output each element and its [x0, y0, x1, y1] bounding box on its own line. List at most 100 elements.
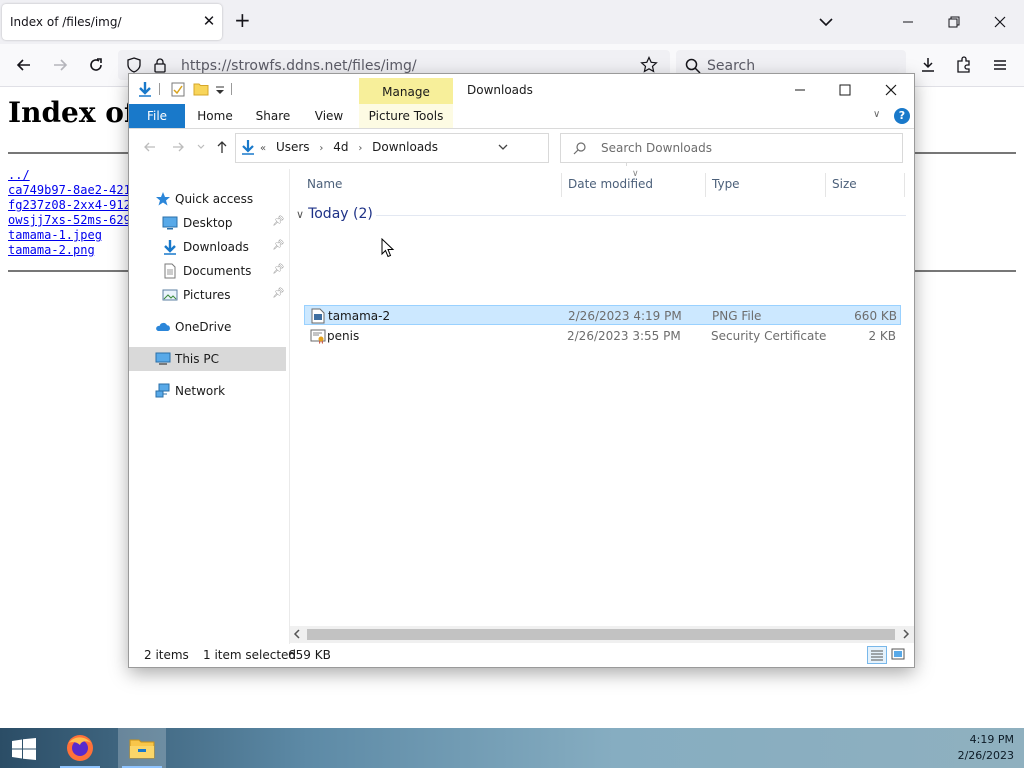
- lock-icon[interactable]: [152, 57, 168, 73]
- download-arrow-icon[interactable]: [137, 81, 153, 97]
- help-icon[interactable]: ?: [894, 108, 910, 124]
- explorer-title-bar[interactable]: Manage Downloads: [129, 74, 914, 104]
- new-folder-icon[interactable]: [193, 81, 209, 97]
- sidebar-item-pictures[interactable]: Pictures 📌︎: [129, 283, 286, 307]
- column-separator[interactable]: [825, 173, 826, 197]
- up-one-level-button[interactable]: [215, 140, 229, 158]
- browser-search-placeholder: Search: [707, 58, 756, 74]
- system-clock[interactable]: 4:19 PM 2/26/2023: [930, 732, 1014, 764]
- file-explorer-window: Manage Downloads File Home Share View Pi…: [129, 74, 914, 667]
- column-header-date-modified[interactable]: Date modified: [568, 177, 653, 191]
- clock-time: 4:19 PM: [969, 733, 1014, 746]
- arrow-left-icon: [16, 59, 30, 71]
- pin-icon[interactable]: 📌︎: [272, 264, 285, 275]
- breadcrumb-users[interactable]: Users: [276, 140, 310, 154]
- windows-start-icon[interactable]: [12, 738, 36, 760]
- chevron-right-icon[interactable]: ›: [358, 143, 362, 154]
- customize-toolbar-icon[interactable]: [215, 81, 225, 97]
- breadcrumb-downloads[interactable]: Downloads: [372, 140, 438, 154]
- sidebar-item-downloads[interactable]: Downloads 📌︎: [129, 235, 286, 259]
- browser-tab[interactable]: Index of /files/img/ ✕: [2, 4, 222, 40]
- column-header-size[interactable]: Size: [832, 177, 857, 191]
- tab-view[interactable]: View: [305, 104, 353, 128]
- clock-date: 2/26/2023: [957, 749, 1014, 762]
- tab-close-icon[interactable]: ✕: [200, 12, 218, 30]
- breadcrumb-overflow[interactable]: «: [260, 143, 266, 154]
- table-row[interactable]: penis 2/26/2023 3:55 PM Security Certifi…: [304, 326, 901, 346]
- browser-restore-button[interactable]: [944, 12, 964, 32]
- toolbar-separator: [231, 83, 232, 95]
- sidebar-item-onedrive[interactable]: OneDrive: [129, 315, 286, 339]
- scroll-left-arrow-icon[interactable]: [292, 627, 302, 644]
- large-icons-view-button[interactable]: [889, 646, 909, 664]
- shield-icon[interactable]: [126, 57, 142, 73]
- column-separator[interactable]: [561, 173, 562, 197]
- table-row[interactable]: tamama-2 2/26/2023 4:19 PM PNG File 660 …: [304, 305, 901, 325]
- pin-icon[interactable]: 📌︎: [272, 216, 285, 227]
- pin-icon[interactable]: 📌︎: [272, 240, 285, 251]
- column-separator[interactable]: [705, 173, 706, 197]
- explorer-minimize-button[interactable]: [785, 80, 815, 100]
- browser-close-button[interactable]: [990, 12, 1010, 32]
- explorer-maximize-button[interactable]: [830, 80, 860, 100]
- sidebar-item-this-pc[interactable]: This PC: [129, 347, 286, 371]
- taskbar-file-explorer-button[interactable]: [118, 728, 166, 768]
- recent-locations-chevron-icon[interactable]: [197, 140, 205, 158]
- extensions-button[interactable]: [954, 55, 974, 75]
- chevron-right-icon[interactable]: ›: [319, 143, 323, 154]
- browser-minimize-button[interactable]: [898, 12, 918, 32]
- downloads-button[interactable]: [918, 55, 938, 75]
- url-text[interactable]: https://strowfs.ddns.net/files/img/: [181, 58, 417, 74]
- column-header-name[interactable]: Name: [307, 177, 342, 191]
- new-tab-button[interactable]: +: [234, 10, 251, 30]
- file-name[interactable]: penis: [327, 329, 359, 343]
- ribbon-tabs: File Home Share View Picture Tools ∨ ?: [129, 104, 914, 129]
- star-icon: [156, 192, 170, 206]
- list-all-tabs-button[interactable]: [816, 12, 836, 32]
- browser-tab-bar: Index of /files/img/ ✕ +: [0, 0, 1024, 44]
- bookmark-star-icon[interactable]: [640, 56, 658, 74]
- reload-button[interactable]: [86, 55, 106, 75]
- scrollbar-thumb[interactable]: [307, 629, 895, 640]
- address-row: « Users › 4d › Downloads Search Download…: [129, 129, 914, 169]
- image-file-icon: [311, 308, 325, 324]
- explorer-back-button[interactable]: [143, 140, 157, 158]
- collapse-group-chevron-icon[interactable]: ∨: [296, 208, 304, 221]
- group-header-today[interactable]: ∨ Today (2): [296, 206, 373, 222]
- details-view-button[interactable]: [867, 646, 887, 664]
- minimize-icon: [903, 21, 913, 23]
- breadcrumb-4d[interactable]: 4d: [333, 140, 348, 154]
- address-history-dropdown[interactable]: [498, 140, 508, 157]
- column-header-type[interactable]: Type: [712, 177, 740, 191]
- explorer-forward-button[interactable]: [171, 140, 185, 158]
- tab-picture-tools[interactable]: Picture Tools: [359, 104, 453, 128]
- tab-home[interactable]: Home: [191, 104, 239, 128]
- forward-button[interactable]: [50, 55, 70, 75]
- search-downloads-input[interactable]: Search Downloads: [560, 133, 903, 163]
- sidebar-item-network[interactable]: Network: [129, 379, 286, 403]
- search-icon: [573, 142, 586, 155]
- manage-contextual-tab[interactable]: Manage: [359, 78, 453, 104]
- sidebar-item-label: Network: [175, 384, 226, 398]
- expand-ribbon-chevron-icon[interactable]: ∨: [873, 109, 880, 120]
- horizontal-scrollbar[interactable]: [290, 626, 914, 643]
- reload-icon: [90, 58, 102, 71]
- properties-icon[interactable]: [171, 81, 185, 97]
- sidebar-item-desktop[interactable]: Desktop 📌︎: [129, 211, 286, 235]
- tab-file[interactable]: File: [129, 104, 185, 128]
- file-size: 2 KB: [868, 329, 896, 343]
- address-bar[interactable]: « Users › 4d › Downloads: [235, 133, 647, 166]
- column-separator[interactable]: [904, 173, 905, 197]
- sidebar-item-quick-access[interactable]: Quick access: [129, 187, 286, 211]
- pin-icon[interactable]: 📌︎: [272, 288, 285, 299]
- file-name[interactable]: tamama-2: [328, 309, 390, 323]
- scroll-right-arrow-icon[interactable]: [901, 627, 911, 644]
- taskbar-firefox-button[interactable]: [56, 728, 104, 768]
- sidebar-item-documents[interactable]: Documents 📌︎: [129, 259, 286, 283]
- explorer-close-button[interactable]: [876, 80, 906, 100]
- tab-share[interactable]: Share: [249, 104, 297, 128]
- back-button[interactable]: [14, 55, 34, 75]
- menu-button[interactable]: [990, 55, 1010, 75]
- puzzle-icon: [957, 56, 970, 73]
- large-icons-view-icon: [891, 648, 905, 660]
